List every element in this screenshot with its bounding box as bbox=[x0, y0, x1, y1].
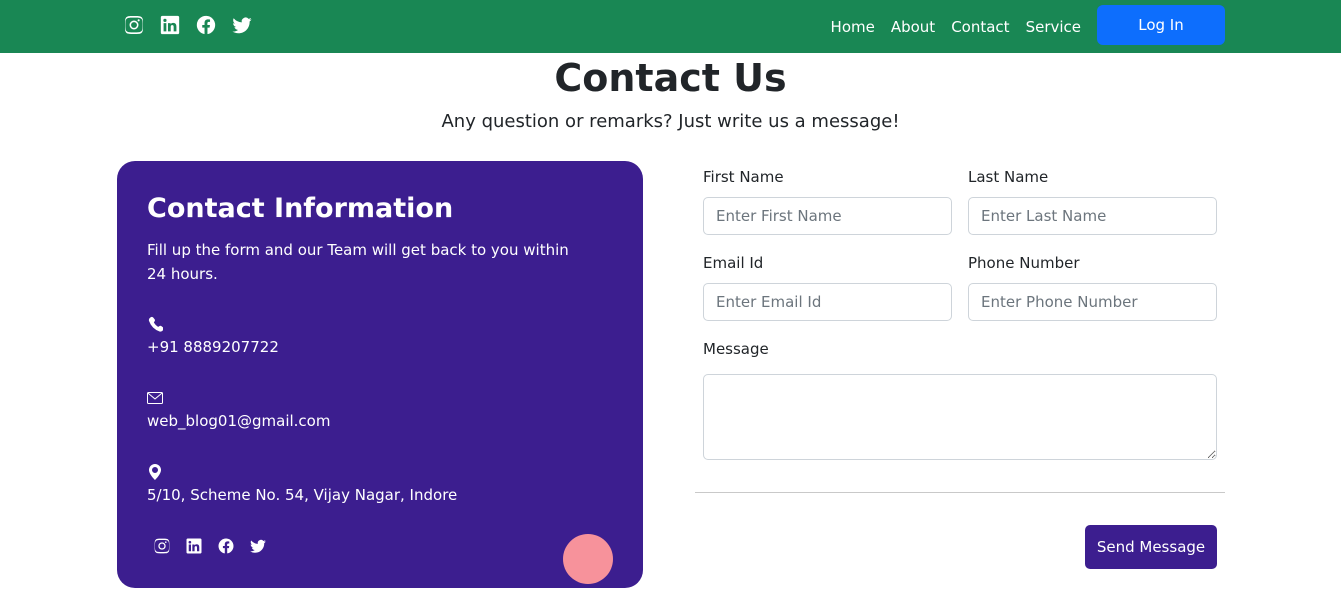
page-title: Contact Us bbox=[554, 56, 787, 100]
nav-links: Home About Contact Service bbox=[831, 0, 1081, 53]
envelope-icon bbox=[147, 392, 163, 404]
email-address: web_blog01@gmail.com bbox=[147, 412, 331, 430]
instagram-icon[interactable] bbox=[153, 537, 171, 555]
first-name-input[interactable] bbox=[703, 197, 952, 235]
form-divider bbox=[695, 492, 1225, 493]
card-social-links bbox=[153, 537, 267, 555]
postal-address: 5/10, Scheme No. 54, Vijay Nagar, Indore bbox=[147, 486, 458, 504]
email-input[interactable] bbox=[703, 283, 952, 321]
twitter-icon[interactable] bbox=[249, 537, 267, 555]
nav-link-service[interactable]: Service bbox=[1026, 18, 1081, 36]
instagram-icon[interactable] bbox=[123, 14, 145, 36]
nav-link-home[interactable]: Home bbox=[831, 18, 875, 36]
phone-icon bbox=[148, 316, 163, 332]
nav-link-about[interactable]: About bbox=[891, 18, 935, 36]
address-item: 5/10, Scheme No. 54, Vijay Nagar, Indore bbox=[147, 464, 457, 504]
email-item: web_blog01@gmail.com bbox=[147, 390, 330, 430]
email-label: Email Id bbox=[703, 254, 764, 272]
nav-social-links bbox=[123, 14, 253, 36]
contact-info-title: Contact Information bbox=[147, 193, 454, 224]
top-navbar: Home About Contact Service Log In bbox=[0, 0, 1341, 53]
phone-label: Phone Number bbox=[968, 254, 1080, 272]
linkedin-icon[interactable] bbox=[185, 537, 203, 555]
page-subtitle: Any question or remarks? Just write us a… bbox=[441, 111, 900, 132]
facebook-icon[interactable] bbox=[195, 14, 217, 36]
phone-input[interactable] bbox=[968, 283, 1217, 321]
linkedin-icon[interactable] bbox=[159, 14, 181, 36]
message-textarea[interactable] bbox=[703, 374, 1217, 460]
facebook-icon[interactable] bbox=[217, 537, 235, 555]
send-message-button[interactable]: Send Message bbox=[1085, 525, 1217, 569]
message-label: Message bbox=[703, 340, 769, 358]
phone-number: +91 8889207722 bbox=[147, 338, 279, 356]
decorative-circle bbox=[563, 534, 613, 584]
last-name-input[interactable] bbox=[968, 197, 1217, 235]
last-name-label: Last Name bbox=[968, 168, 1049, 186]
login-button[interactable]: Log In bbox=[1097, 5, 1225, 45]
phone-item: +91 8889207722 bbox=[147, 316, 279, 356]
contact-info-card: Contact Information Fill up the form and… bbox=[117, 161, 643, 588]
first-name-label: First Name bbox=[703, 168, 784, 186]
twitter-icon[interactable] bbox=[231, 14, 253, 36]
map-pin-icon bbox=[149, 464, 161, 480]
nav-link-contact[interactable]: Contact bbox=[951, 18, 1009, 36]
contact-info-description: Fill up the form and our Team will get b… bbox=[147, 241, 569, 283]
